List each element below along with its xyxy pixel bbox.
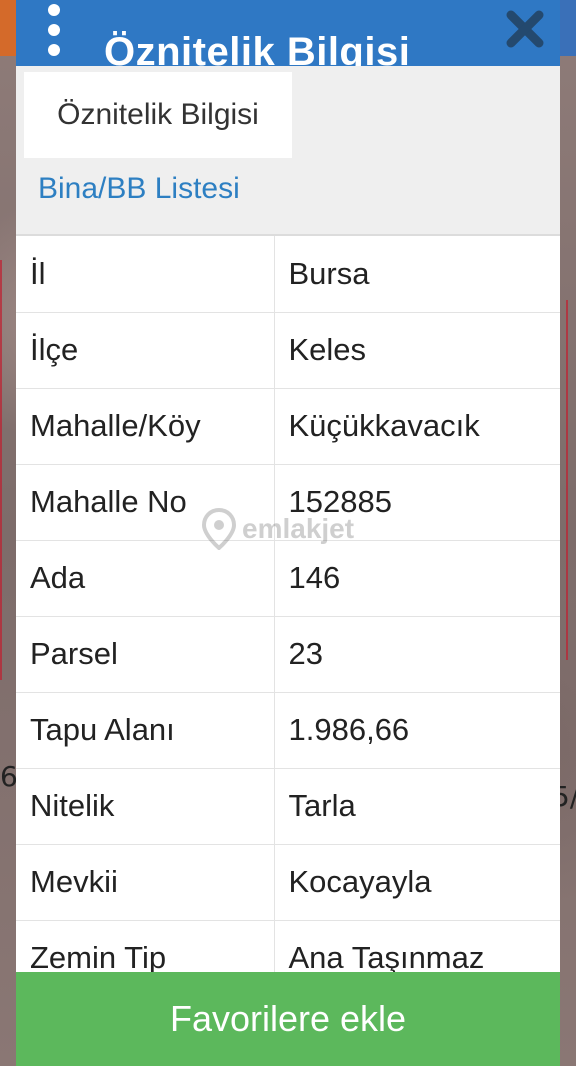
- table-row: Nitelik Tarla: [16, 768, 560, 845]
- attribute-key: İlçe: [16, 312, 275, 389]
- close-icon[interactable]: [504, 8, 546, 50]
- attribute-value: Tarla: [274, 768, 560, 845]
- attribute-value: Kocayayla: [274, 844, 560, 921]
- watermark: emlakjet: [202, 508, 354, 550]
- table-row: Zemin Tip Ana Taşınmaz: [16, 920, 560, 972]
- popup-header: Öznitelik Bilgisi: [16, 0, 560, 66]
- attribute-key: Nitelik: [16, 768, 275, 845]
- attribute-key: Zemin Tip: [16, 920, 275, 972]
- table-row: İl Bursa: [16, 236, 560, 313]
- attribute-value: 146: [274, 540, 560, 617]
- table-row: İlçe Keles: [16, 312, 560, 389]
- attribute-key: İl: [16, 236, 275, 313]
- table-row: Ada 146: [16, 540, 560, 617]
- attribute-key: Mahalle/Köy: [16, 388, 275, 465]
- table-row: Mahalle/Köy Küçükkavacık: [16, 388, 560, 465]
- attribute-value: 1.986,66: [274, 692, 560, 769]
- attribute-value: Küçükkavacık: [274, 388, 560, 465]
- tab-attribute-info[interactable]: Öznitelik Bilgisi: [24, 72, 292, 158]
- attribute-value: Ana Taşınmaz: [274, 920, 560, 972]
- more-vertical-icon[interactable]: [44, 4, 64, 56]
- attribute-value: Bursa: [274, 236, 560, 313]
- popup-tabs: Öznitelik Bilgisi Bina/BB Listesi: [16, 66, 560, 236]
- table-row: Parsel 23: [16, 616, 560, 693]
- attribute-key: Mevkii: [16, 844, 275, 921]
- table-row: Tapu Alanı 1.986,66: [16, 692, 560, 769]
- table-row: Mevkii Kocayayla: [16, 844, 560, 921]
- location-pin-icon: [202, 508, 236, 550]
- parcel-boundary: [566, 300, 568, 660]
- tab-building-list[interactable]: Bina/BB Listesi: [38, 172, 240, 206]
- attribute-key: Parsel: [16, 616, 275, 693]
- popup-title: Öznitelik Bilgisi: [104, 30, 411, 66]
- attribute-table: İl Bursa İlçe Keles Mahalle/Köy Küçükkav…: [16, 236, 560, 972]
- map-top-strip-accent: [0, 0, 16, 56]
- attribute-value: Keles: [274, 312, 560, 389]
- watermark-text: emlakjet: [242, 513, 355, 544]
- add-to-favorites-button[interactable]: Favorilere ekle: [16, 972, 560, 1066]
- attribute-value: 23: [274, 616, 560, 693]
- attribute-table-container[interactable]: İl Bursa İlçe Keles Mahalle/Köy Küçükkav…: [16, 236, 560, 972]
- attribute-key: Ada: [16, 540, 275, 617]
- attribute-key: Tapu Alanı: [16, 692, 275, 769]
- parcel-boundary: [0, 260, 2, 680]
